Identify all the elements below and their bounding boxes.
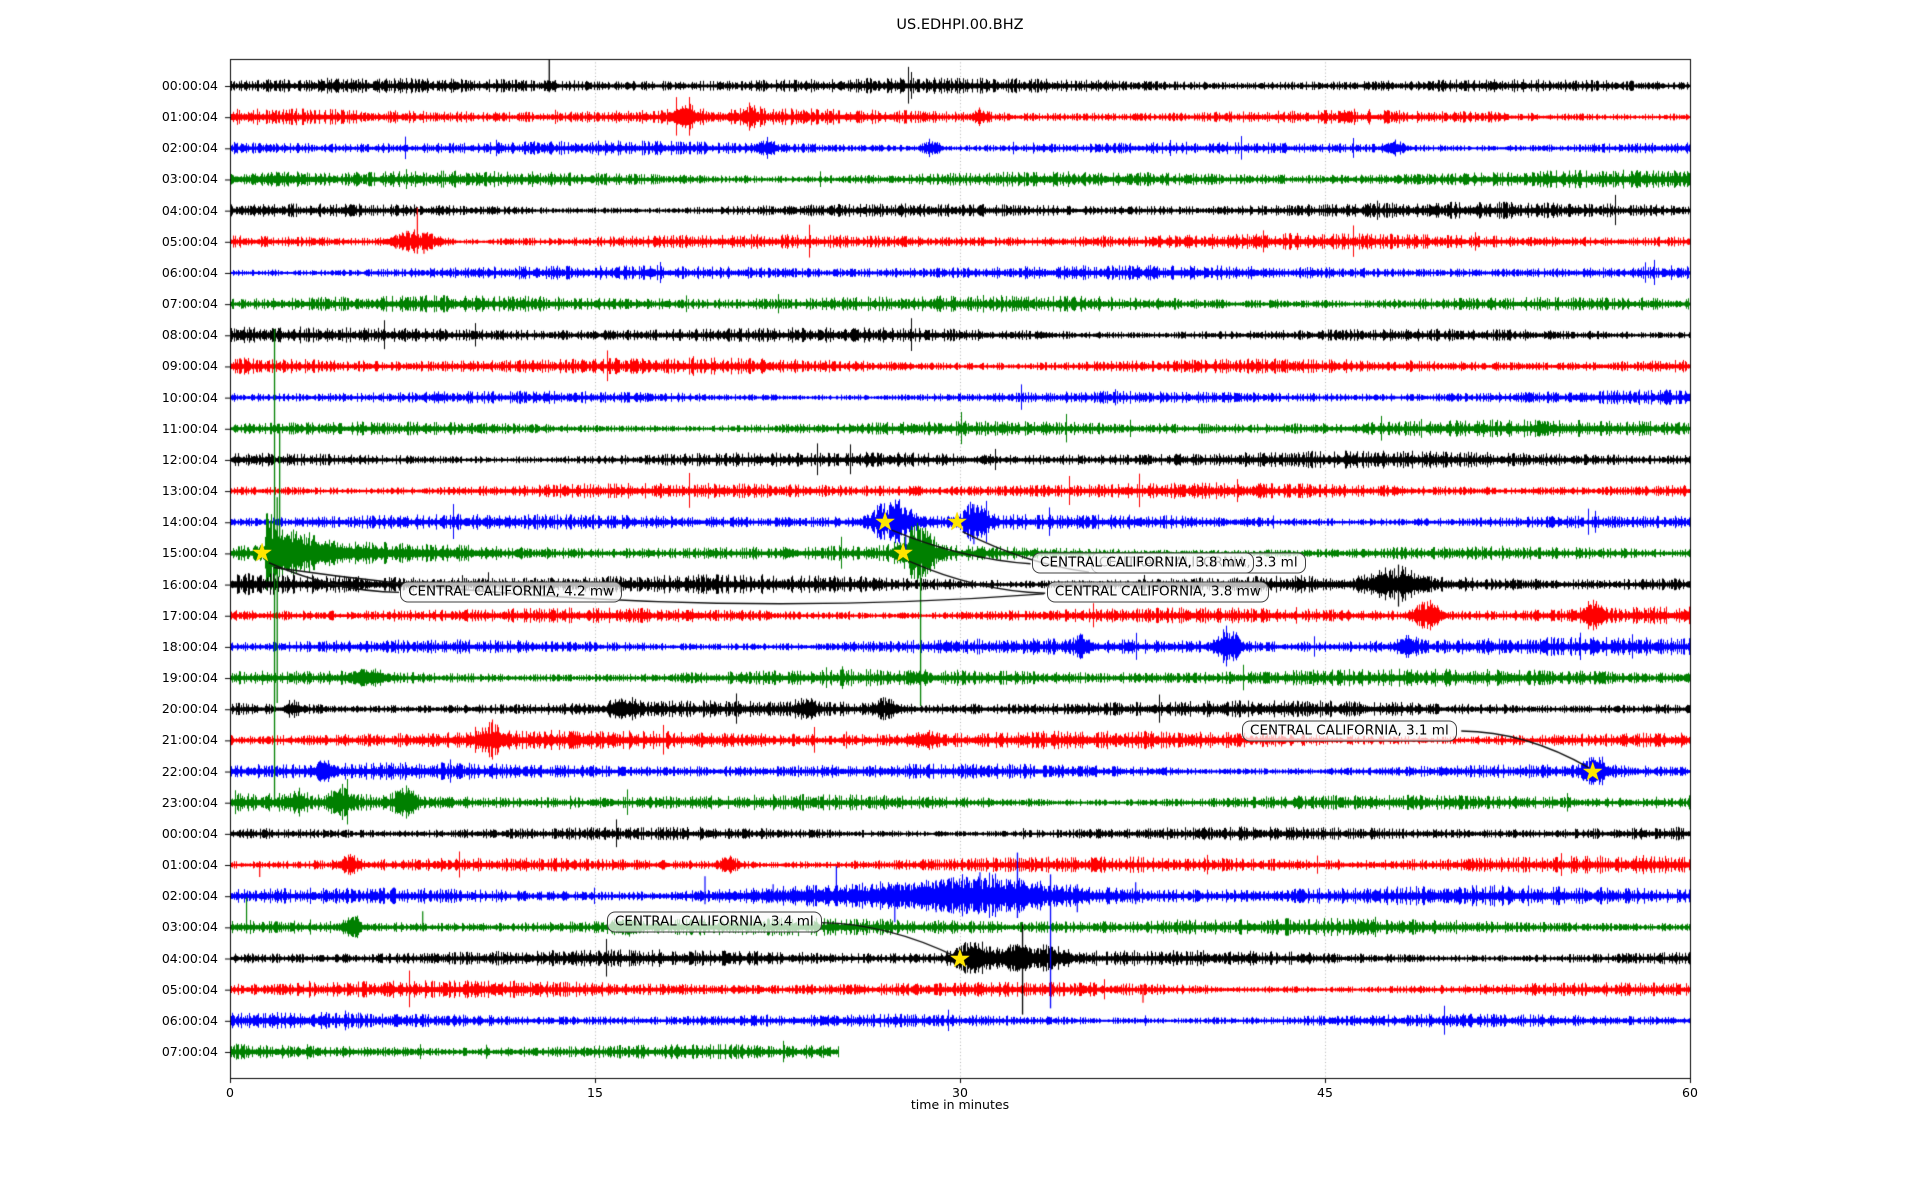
trace-time-label: 02:00:04 [161, 888, 218, 904]
trace-time-label: 04:00:04 [161, 202, 218, 218]
event-annotation-label: CENTRAL CALIFORNIA, 3.8 mw [1032, 552, 1254, 574]
trace-time-label: 01:00:04 [161, 109, 218, 125]
trace-time-label: 05:00:04 [161, 981, 218, 997]
trace-time-label: 12:00:04 [161, 451, 218, 467]
seismogram-canvas [0, 0, 1920, 1200]
trace-time-label: 00:00:04 [161, 78, 218, 93]
trace-time-label: 06:00:04 [161, 1012, 218, 1028]
trace-time-label: 08:00:04 [161, 327, 218, 343]
trace-time-label: 05:00:04 [161, 233, 218, 249]
x-tick-label: 30 [952, 1085, 968, 1100]
event-star-icon: ★ [1581, 756, 1604, 786]
trace-time-label: 16:00:04 [161, 576, 218, 592]
event-annotation-label: CENTRAL CALIFORNIA, 3.8 mw [1046, 581, 1269, 603]
event-star-icon: ★ [250, 538, 274, 568]
trace-time-label: 06:00:04 [161, 264, 218, 280]
plot-title: US.EDHPI.00.BHZ [896, 17, 1024, 33]
trace-time-label: 21:00:04 [161, 732, 218, 748]
trace-time-label: 19:00:04 [161, 670, 218, 686]
trace-time-label: 17:00:04 [161, 607, 218, 623]
x-tick-label: 60 [1682, 1085, 1698, 1100]
trace-time-label: 23:00:04 [161, 794, 218, 810]
event-star-icon: ★ [873, 507, 897, 537]
trace-time-label: 09:00:04 [161, 358, 218, 374]
trace-time-label: 20:00:04 [161, 701, 218, 717]
trace-time-label: 18:00:04 [161, 638, 218, 654]
trace-time-label: 22:00:04 [161, 763, 218, 779]
trace-time-label: 10:00:04 [161, 389, 218, 405]
trace-time-label: 15:00:04 [161, 545, 218, 561]
event-star-icon: ★ [891, 538, 915, 568]
trace-time-label: 07:00:04 [161, 296, 218, 312]
trace-time-label: 03:00:04 [161, 919, 218, 935]
x-tick-label: 45 [1317, 1085, 1333, 1100]
trace-time-label: 01:00:04 [161, 857, 218, 873]
trace-time-label: 02:00:04 [161, 140, 218, 156]
event-annotation-label: CENTRAL CALIFORNIA, 3.4 ml [606, 911, 822, 933]
trace-time-label: 07:00:04 [161, 1043, 218, 1059]
trace-time-label: 04:00:04 [161, 950, 218, 966]
x-tick-label: 0 [226, 1085, 234, 1100]
event-star-icon: ★ [948, 943, 972, 973]
event-star-icon: ★ [945, 507, 969, 537]
x-tick-label: 15 [587, 1085, 603, 1100]
trace-time-label: 11:00:04 [161, 420, 218, 436]
trace-time-label: 13:00:04 [161, 483, 218, 499]
event-annotation-label: CENTRAL CALIFORNIA, 3.1 ml [1242, 720, 1457, 742]
trace-time-label: 03:00:04 [161, 171, 218, 187]
trace-time-label: 00:00:04 [161, 825, 218, 841]
event-annotation-label: CENTRAL CALIFORNIA, 4.2 mw [400, 581, 623, 603]
trace-time-label: 14:00:04 [161, 514, 218, 530]
